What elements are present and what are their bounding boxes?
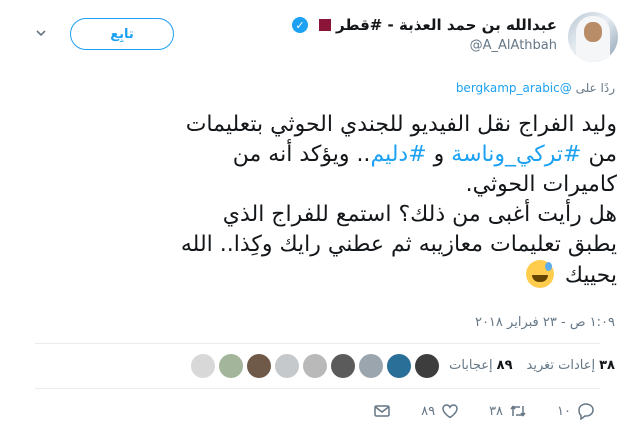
- tweet-line-part: يحييك: [564, 263, 617, 288]
- like-action[interactable]: ٨٩: [421, 402, 459, 420]
- envelope-icon: [374, 405, 390, 417]
- author-handle[interactable]: @A_AlAthbah: [470, 38, 557, 53]
- tweet-text: وليد الفراج نقل الفيديو للجندي الحوثي بت…: [27, 110, 617, 291]
- divider: [35, 343, 600, 344]
- reply-action[interactable]: ١٠: [557, 402, 595, 420]
- author-display-name[interactable]: عبدالله بن حمد العذبة - #قطر: [336, 16, 557, 34]
- tweet-line-part: من: [581, 142, 617, 167]
- divider: [35, 388, 600, 389]
- grinning-sweat-emoji-icon: [525, 260, 554, 288]
- liker-avatar[interactable]: [303, 354, 327, 378]
- likes-label: إعجابات: [449, 357, 493, 373]
- retweets-stat[interactable]: ٣٨إعادات تغريد: [527, 358, 615, 373]
- author-name-row[interactable]: ✓ عبدالله بن حمد العذبة - #قطر: [292, 14, 557, 36]
- tweet-line: وليد الفراج نقل الفيديو للجندي الحوثي بت…: [185, 112, 617, 137]
- hashtag-link[interactable]: #تركي_وناسة: [451, 142, 581, 167]
- reply-count: ١٠: [557, 403, 571, 419]
- likers-avatars: [191, 354, 439, 378]
- reply-prefix: ردًا على: [575, 81, 615, 95]
- liker-avatar[interactable]: [275, 354, 299, 378]
- liker-avatar[interactable]: [415, 354, 439, 378]
- liker-avatar[interactable]: [387, 354, 411, 378]
- retweet-action[interactable]: ٣٨: [489, 402, 527, 420]
- retweets-count: ٣٨: [599, 357, 615, 373]
- likes-stat[interactable]: ٨٩إعجابات: [449, 358, 512, 373]
- liker-avatar[interactable]: [191, 354, 215, 378]
- reply-icon: [578, 403, 594, 420]
- verified-badge-icon: ✓: [292, 17, 308, 33]
- avatar-face: [584, 22, 602, 42]
- tweet-line-part: .. ويؤكد أنه من: [232, 142, 371, 167]
- like-count: ٨٩: [421, 403, 436, 419]
- reply-to-link[interactable]: @bergkamp_arabic: [456, 81, 572, 95]
- tweet-line: من #تركي_وناسة و #دليم.. ويؤكد أنه من: [27, 140, 617, 170]
- reply-context: ردًا على @bergkamp_arabic: [456, 81, 615, 95]
- author-avatar[interactable]: [568, 12, 618, 62]
- liker-avatar[interactable]: [331, 354, 355, 378]
- follow-button[interactable]: تابِع: [70, 18, 174, 50]
- heart-icon: [442, 404, 458, 419]
- tweet-line-part: و: [426, 142, 452, 167]
- likes-count: ٨٩: [496, 357, 513, 373]
- hashtag-link[interactable]: #دليم: [370, 142, 426, 167]
- retweets-label: إعادات تغريد: [526, 357, 596, 373]
- chevron-down-icon[interactable]: [36, 28, 46, 38]
- tweet-line: هل رأيت أغبى من ذلك؟ استمع للفراج الذي: [222, 202, 617, 227]
- retweet-count: ٣٨: [489, 403, 504, 419]
- liker-avatar[interactable]: [247, 354, 271, 378]
- liker-avatar[interactable]: [359, 354, 383, 378]
- tweet-line: كاميرات الحوثي.: [465, 172, 617, 197]
- tweet-line: يطبق تعليمات معازيبه ثم عطني رايك وكِذا.…: [180, 232, 617, 257]
- qatar-flag-icon: [313, 19, 331, 31]
- tweet-timestamp[interactable]: ١:٠٩ ص - ٢٣ فبراير ٢٠١٨: [475, 315, 615, 330]
- message-action[interactable]: [373, 402, 391, 420]
- retweet-icon: [510, 405, 526, 417]
- tweet-actions: ١٠ ٣٨ ٨٩: [373, 402, 595, 420]
- tweet-stats: ٣٨إعادات تغريد ٨٩إعجابات: [449, 354, 615, 376]
- tweet-line: يحييك: [27, 260, 617, 291]
- liker-avatar[interactable]: [219, 354, 243, 378]
